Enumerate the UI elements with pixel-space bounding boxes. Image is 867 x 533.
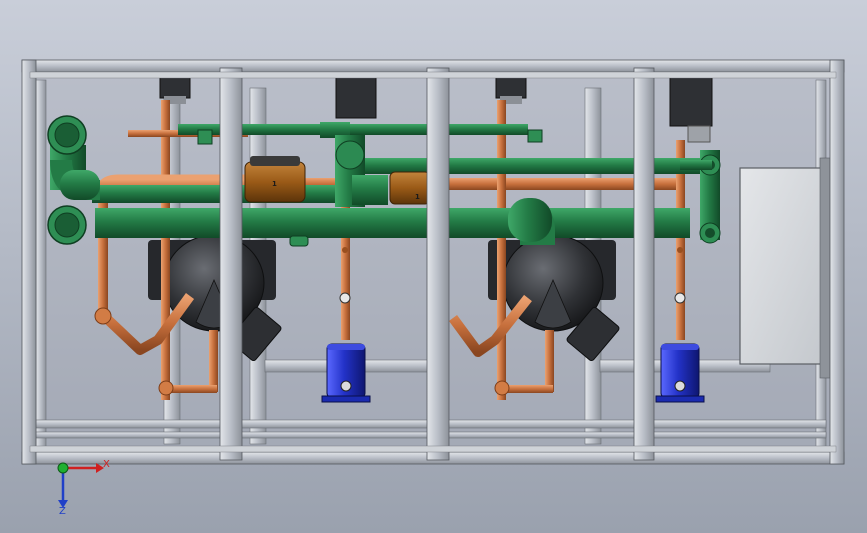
receiver-right — [655, 343, 705, 403]
accumulator-left-label: 1 — [272, 180, 277, 188]
accumulator-left: 1 — [244, 156, 306, 203]
cad-assembly-view: 1 1 X Z — [21, 59, 845, 517]
receiver-left — [321, 343, 371, 403]
axis-triad-icon: X Z — [57, 459, 110, 517]
axis-x-label: X — [103, 459, 110, 470]
axis-z-label: Z — [59, 506, 66, 517]
accumulator-right: 1 — [389, 171, 431, 205]
accumulator-right-label: 1 — [415, 193, 420, 201]
control-panel — [739, 157, 831, 379]
